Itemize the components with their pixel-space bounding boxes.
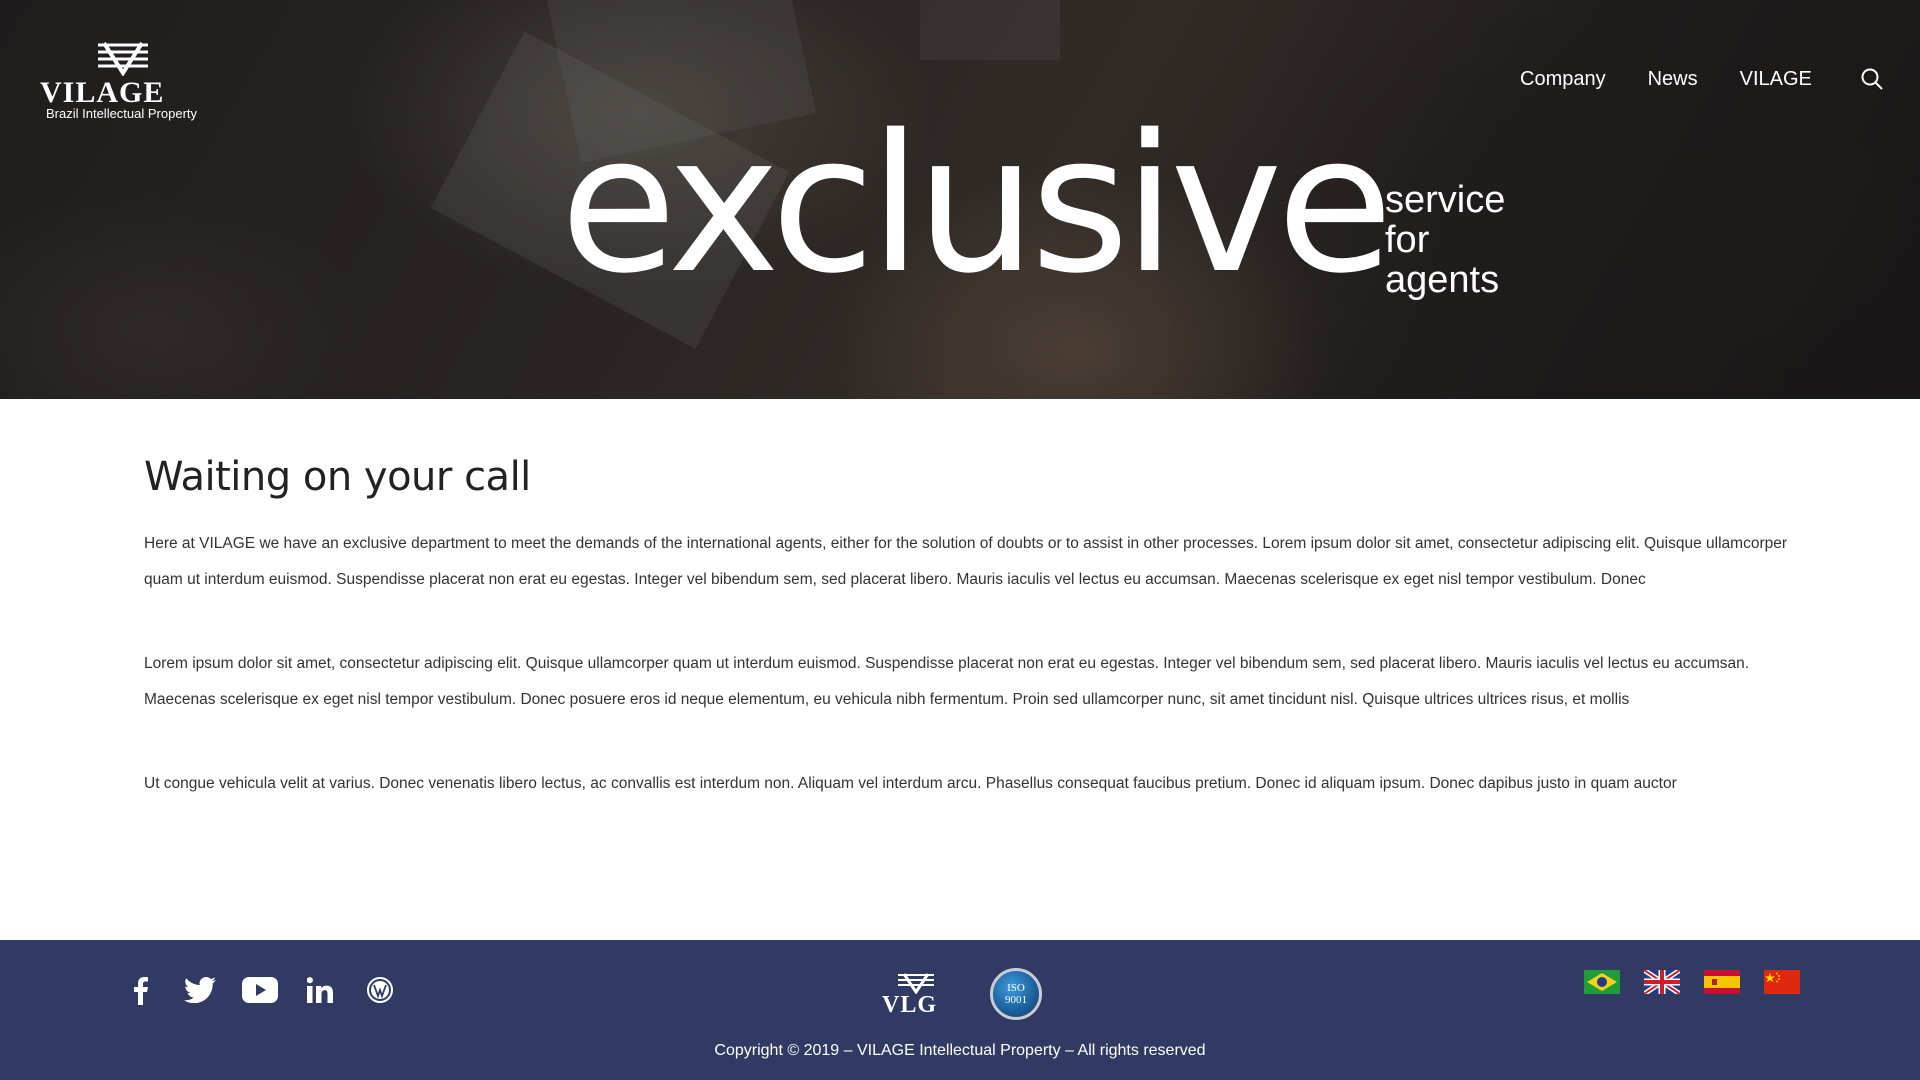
hero-banner: VILAGE Brazil Intellectual Property Comp… xyxy=(0,0,1920,399)
main-nav: Company News VILAGE xyxy=(1520,66,1883,92)
hero-subline: agents xyxy=(1385,259,1500,301)
flag-china[interactable] xyxy=(1764,970,1800,994)
search-icon[interactable] xyxy=(1860,67,1884,91)
facebook-icon[interactable] xyxy=(120,970,160,1010)
twitter-icon[interactable] xyxy=(180,970,220,1010)
logo-wordmark: VILAGE xyxy=(40,76,165,109)
logo-tagline: Brazil Intellectual Property xyxy=(46,106,198,121)
main-content: Waiting on your call Here at VILAGE we h… xyxy=(144,454,1794,850)
body-paragraph: Here at VILAGE we have an exclusive depa… xyxy=(144,535,1788,588)
nav-item-news[interactable]: News xyxy=(1648,68,1698,91)
wordpress-icon[interactable] xyxy=(360,970,400,1010)
site-logo[interactable]: VILAGE Brazil Intellectual Property xyxy=(38,38,208,124)
language-flags xyxy=(1584,970,1824,994)
site-footer: VLG ISO 9001 Copyright © 2019 – VILAGE I… xyxy=(0,940,1920,1080)
flag-uk[interactable] xyxy=(1644,970,1680,994)
flag-brazil[interactable] xyxy=(1584,970,1620,994)
logo-mark-icon xyxy=(98,41,148,76)
linkedin-icon[interactable] xyxy=(300,970,340,1010)
social-links xyxy=(120,970,420,1010)
hero-subline: for xyxy=(1385,219,1430,261)
body-paragraph: Lorem ipsum dolor sit amet, consectetur … xyxy=(144,655,1750,708)
body-paragraph: Ut congue vehicula velit at varius. Done… xyxy=(144,775,1677,792)
copyright-text: Copyright © 2019 – VILAGE Intellectual P… xyxy=(714,1042,1206,1059)
hero-subline: service xyxy=(1385,179,1506,221)
vlg-badge-label: VLG xyxy=(882,992,938,1018)
nav-item-vilage[interactable]: VILAGE xyxy=(1740,68,1812,91)
iso-badge-number: 9001 xyxy=(1005,994,1027,1006)
iso-badge-label: ISO xyxy=(1007,982,1025,994)
flag-spain[interactable] xyxy=(1704,970,1740,994)
youtube-icon[interactable] xyxy=(240,970,280,1010)
footer-badges: VLG ISO 9001 xyxy=(880,968,1042,1020)
page-title: Waiting on your call xyxy=(144,454,531,500)
hero-headline: exclusive xyxy=(560,94,1393,315)
hero-subheadline: service for agents xyxy=(1385,180,1505,300)
vlg-badge: VLG xyxy=(880,972,952,1018)
nav-item-company[interactable]: Company xyxy=(1520,68,1606,91)
vlg-mark-icon xyxy=(898,973,934,994)
iso-9001-badge: ISO 9001 xyxy=(990,968,1042,1020)
